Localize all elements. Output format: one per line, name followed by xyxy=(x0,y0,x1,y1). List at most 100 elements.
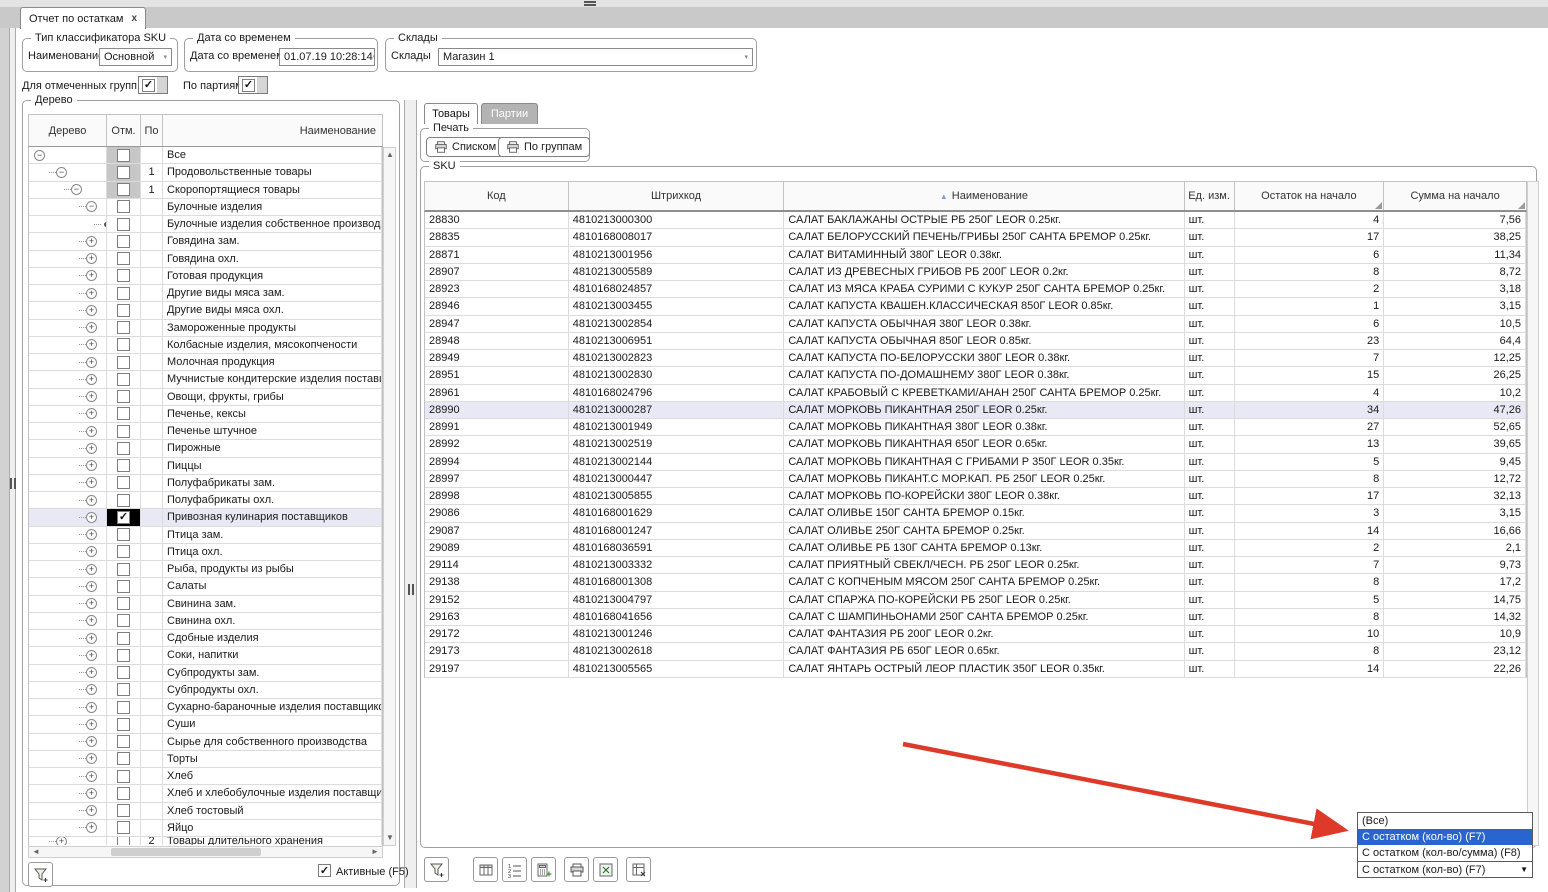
tree-expand-cell[interactable]: − xyxy=(29,164,107,180)
column-header-code[interactable]: Код xyxy=(425,182,569,210)
expand-icon[interactable]: + xyxy=(86,702,97,713)
expand-icon[interactable]: + xyxy=(86,564,97,575)
table-row[interactable]: 289494810213002823САЛАТ КАПУСТА ПО-БЕЛОР… xyxy=(425,350,1526,367)
tree-node-label[interactable]: Пиццы xyxy=(163,458,382,474)
table-row[interactable]: 291974810213005565САЛАТ ЯНТАРЬ ОСТРЫЙ ЛЕ… xyxy=(425,661,1526,678)
tree-row[interactable]: +Суши xyxy=(29,716,382,733)
expand-icon[interactable]: + xyxy=(86,391,97,402)
tree-node-label[interactable]: Торты xyxy=(163,751,382,767)
tree-expand-cell[interactable]: + xyxy=(29,337,107,353)
tree-expand-cell[interactable]: + xyxy=(29,837,107,845)
expand-icon[interactable]: + xyxy=(86,305,97,316)
tree-row-checkbox[interactable] xyxy=(117,218,130,231)
tree-expand-cell[interactable]: − xyxy=(29,182,107,198)
stores-combobox[interactable]: Магазин 1 ▾ xyxy=(438,48,753,66)
tree-expand-cell[interactable]: + xyxy=(29,440,107,456)
tree-row[interactable]: +Овощи, фрукты, грибы xyxy=(29,389,382,406)
table-row[interactable]: 290864810168001629САЛАТ ОЛИВЬЕ 150Г САНТ… xyxy=(425,505,1526,522)
tree-row[interactable]: + Колбасные изделия, мясокопчености xyxy=(29,337,382,354)
tree-node-label[interactable]: Пирожные xyxy=(163,440,382,456)
tree-expand-cell[interactable]: + xyxy=(29,320,107,336)
tree-expand-cell[interactable]: + xyxy=(29,285,107,301)
expand-icon[interactable]: + xyxy=(86,512,97,523)
tree-expand-cell[interactable]: + xyxy=(29,423,107,439)
tree-row-checkbox[interactable] xyxy=(117,787,130,800)
column-setup-button[interactable] xyxy=(473,857,498,882)
tree-row-checkbox[interactable] xyxy=(117,821,130,834)
tree-node-label[interactable]: Яйцо xyxy=(163,820,382,836)
expand-icon[interactable]: + xyxy=(86,805,97,816)
tree-expand-cell[interactable]: + xyxy=(29,371,107,387)
expand-icon[interactable]: + xyxy=(86,408,97,419)
table-row[interactable]: 289914810213001949САЛАТ МОРКОВЬ ПИКАНТНА… xyxy=(425,419,1526,436)
collapse-icon[interactable]: − xyxy=(86,201,97,212)
expand-icon[interactable]: + xyxy=(86,322,97,333)
dropdown-option[interactable]: С остатком (кол-во) (F7) xyxy=(1358,829,1532,845)
table-row[interactable]: 288304810213000300САЛАТ БАКЛАЖАНЫ ОСТРЫЕ… xyxy=(425,212,1526,229)
collapse-icon[interactable]: − xyxy=(71,184,82,195)
tree-node-label[interactable]: Булочные изделия собственное производств… xyxy=(163,216,382,232)
tree-expand-cell[interactable]: + xyxy=(29,302,107,318)
tree-row[interactable]: +Печенье, кексы xyxy=(29,406,382,423)
tree-row[interactable]: +Свинина охл. xyxy=(29,613,382,630)
tree-horizontal-scrollbar[interactable]: ◄ ► xyxy=(28,846,383,858)
tree-row[interactable]: + Пирожные xyxy=(29,440,382,457)
tree-row[interactable]: +Говядина зам. xyxy=(29,233,382,250)
tree-table-splitter-handle-icon[interactable] xyxy=(408,584,414,595)
table-row[interactable]: 289944810213002144САЛАТ МОРКОВЬ ПИКАНТНА… xyxy=(425,454,1526,471)
tree-row[interactable]: +Говядина охл. xyxy=(29,251,382,268)
expand-icon[interactable]: + xyxy=(86,650,97,661)
tree-node-label[interactable]: Полуфабрикаты охл. xyxy=(163,492,382,508)
tree-expand-cell[interactable]: + xyxy=(29,682,107,698)
tree-row-checkbox[interactable] xyxy=(117,252,130,265)
expand-icon[interactable]: + xyxy=(86,236,97,247)
scroll-up-icon[interactable]: ▲ xyxy=(384,149,396,161)
tree-row[interactable]: Булочные изделия собственное производств… xyxy=(29,216,382,233)
tree-row[interactable]: −1Скоропортящиеся товары xyxy=(29,182,382,199)
tree-row-checkbox[interactable] xyxy=(117,545,130,558)
expand-icon[interactable]: + xyxy=(86,771,97,782)
batches-check-icon[interactable] xyxy=(242,79,255,92)
tree-node-label[interactable]: Колбасные изделия, мясокопчености xyxy=(163,337,382,353)
tree-expand-cell[interactable]: + xyxy=(29,389,107,405)
table-row[interactable]: 289074810213005589САЛАТ ИЗ ДРЕВЕСНЫХ ГРИ… xyxy=(425,264,1526,281)
tree-expand-cell[interactable]: + xyxy=(29,751,107,767)
tree-row-checkbox[interactable] xyxy=(117,476,130,489)
table-row[interactable]: 291734810213002618САЛАТ ФАНТАЗИЯ РБ 650Г… xyxy=(425,643,1526,660)
tree-expand-cell[interactable]: + xyxy=(29,406,107,422)
tree-expand-cell[interactable]: + xyxy=(29,803,107,819)
tree-row-checkbox[interactable] xyxy=(117,718,130,731)
tree-row-checkbox[interactable] xyxy=(117,442,130,455)
tree-expand-cell[interactable]: − xyxy=(29,199,107,215)
scroll-left-icon[interactable]: ◄ xyxy=(30,846,42,858)
tree-expand-cell[interactable]: + xyxy=(29,699,107,715)
top-splitter[interactable] xyxy=(0,0,1548,7)
collapse-icon[interactable]: − xyxy=(56,167,67,178)
tree-expand-cell[interactable] xyxy=(29,216,107,232)
table-row[interactable]: 288714810213001956САЛАТ ВИТАМИННЫЙ 380Г … xyxy=(425,247,1526,264)
tree-row-checkbox[interactable] xyxy=(117,494,130,507)
expand-icon[interactable]: + xyxy=(86,477,97,488)
tree-node-label[interactable]: Другие виды мяса охл. xyxy=(163,302,382,318)
tree-row-checkbox[interactable] xyxy=(117,597,130,610)
expand-icon[interactable]: + xyxy=(86,426,97,437)
expand-icon[interactable]: + xyxy=(86,529,97,540)
tree-expand-cell[interactable]: + xyxy=(29,544,107,560)
tree-row[interactable]: +Полуфабрикаты охл. xyxy=(29,492,382,509)
table-row[interactable]: 291384810168001308САЛАТ С КОПЧЕНЫМ МЯСОМ… xyxy=(425,574,1526,591)
tree-node-label[interactable]: Хлеб тостовый xyxy=(163,803,382,819)
tree-row-checkbox[interactable] xyxy=(117,459,130,472)
tree-row[interactable]: +Пиццы xyxy=(29,458,382,475)
column-header-sum-start[interactable]: Сумма на начало xyxy=(1384,182,1526,210)
tree-node-label[interactable]: Рыба, продукты из рыбы xyxy=(163,561,382,577)
tree-row[interactable]: +Свинина зам. xyxy=(29,596,382,613)
tree-row[interactable]: + Другие виды мяса охл. xyxy=(29,302,382,319)
tree-row-checkbox[interactable] xyxy=(117,200,130,213)
tree-row-checkbox[interactable] xyxy=(117,528,130,541)
tree-row[interactable]: +Яйцо xyxy=(29,820,382,837)
tab-close-icon[interactable]: x xyxy=(131,13,137,24)
classifier-combobox[interactable]: Основной ▾ xyxy=(99,48,172,66)
tree-node-label[interactable]: Соки, напитки xyxy=(163,647,382,663)
tree-node-label[interactable]: Полуфабрикаты зам. xyxy=(163,475,382,491)
tree-node-label[interactable]: Печенье штучное xyxy=(163,423,382,439)
